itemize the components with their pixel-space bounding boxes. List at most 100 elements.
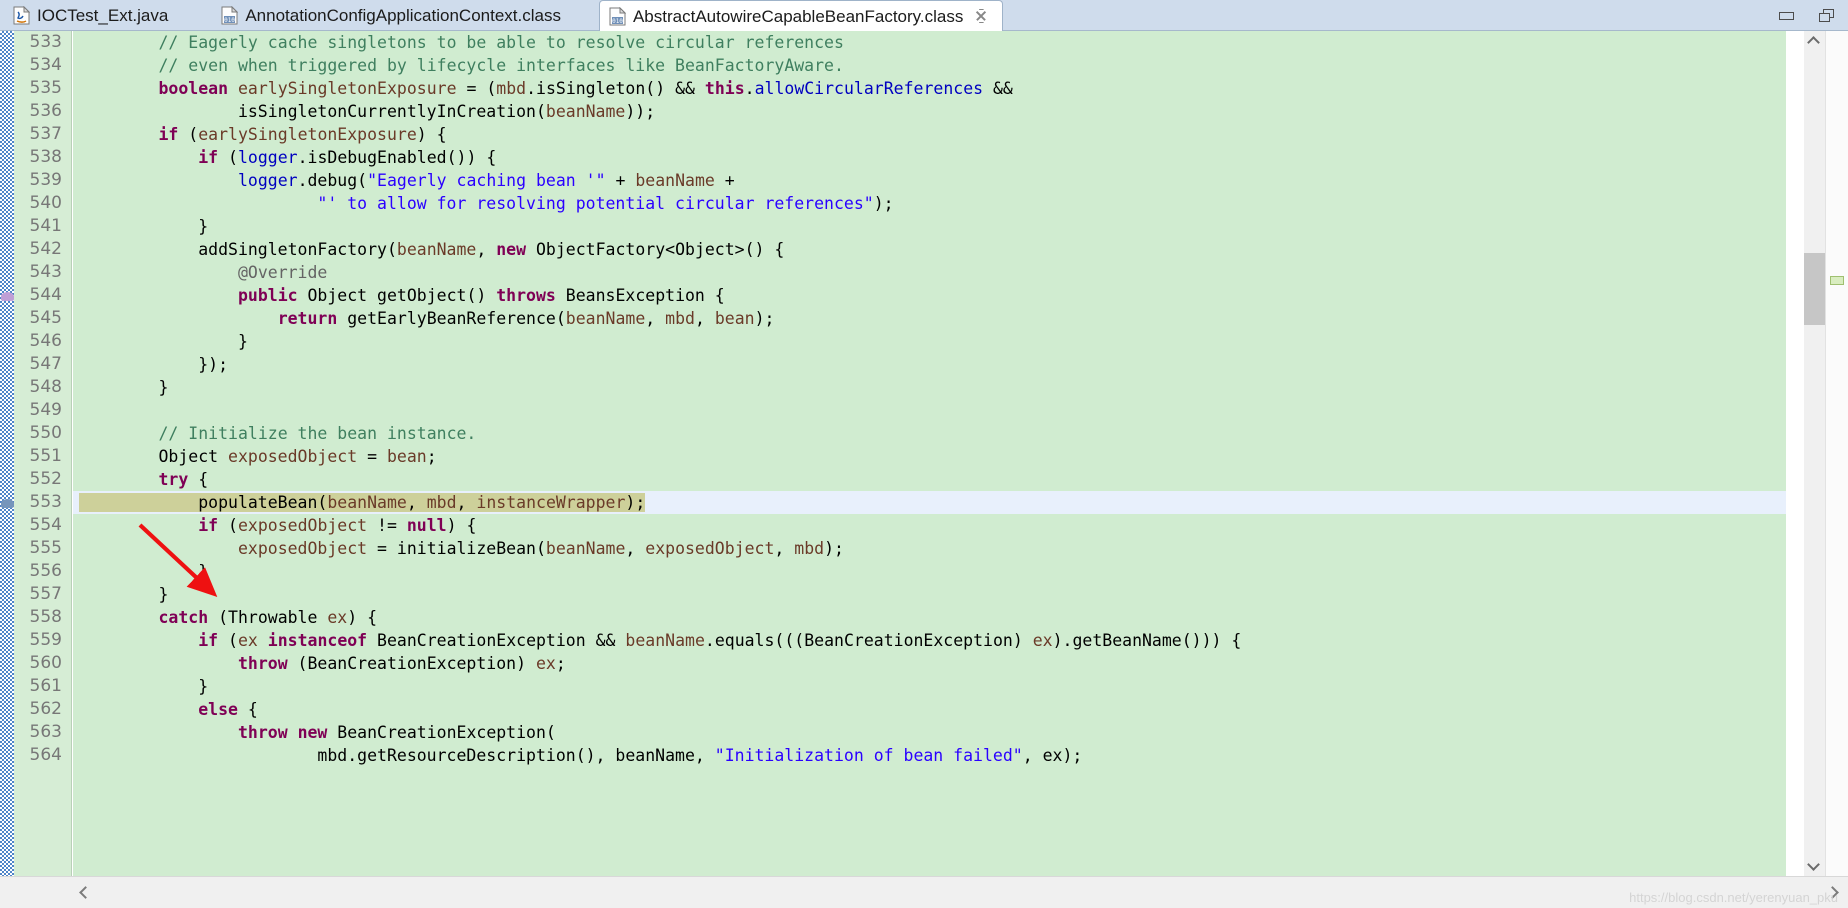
code-line[interactable]: } [73, 560, 1786, 583]
code-token-var: mbd [794, 539, 825, 558]
code-token-keyword: new [297, 723, 328, 742]
line-number: 540 [29, 193, 62, 213]
code-line-selected[interactable]: populateBean(beanName, mbd, instanceWrap… [73, 491, 1786, 514]
code-line[interactable]: catch (Throwable ex) { [73, 606, 1786, 629]
tab-close-icon[interactable] [974, 9, 989, 23]
vertical-scrollbar-thumb[interactable] [1804, 253, 1825, 325]
code-token-keyword: if [198, 148, 219, 167]
code-line[interactable]: } [73, 583, 1786, 606]
code-token-plain: } [79, 562, 209, 581]
code-token-plain: , [645, 309, 666, 328]
line-number: 535 [29, 78, 62, 98]
code-token-plain: , [406, 493, 427, 512]
code-line-content: try { [79, 470, 208, 489]
line-number: 552 [29, 469, 62, 489]
code-line[interactable] [73, 399, 1786, 422]
code-line[interactable]: } [73, 330, 1786, 353]
line-number: 557 [29, 584, 62, 604]
overview-ruler-mark[interactable] [1830, 276, 1844, 285]
code-line-content: // even when triggered by lifecycle inte… [79, 56, 843, 75]
minimize-icon[interactable] [1778, 8, 1796, 24]
editor-tab-2[interactable]: 010 AbstractAutowireCapableBeanFactory.cl… [598, 0, 1004, 31]
code-line[interactable]: addSingletonFactory(beanName, new Object… [73, 238, 1786, 261]
code-line[interactable]: "' to allow for resolving potential circ… [73, 192, 1786, 215]
code-line[interactable]: throw (BeanCreationException) ex; [73, 652, 1786, 675]
code-token-plain: ( [178, 125, 199, 144]
code-line[interactable]: if (logger.isDebugEnabled()) { [73, 146, 1786, 169]
code-token-plain: ) { [347, 608, 378, 627]
annotation-ruler-column[interactable] [0, 31, 14, 876]
code-line[interactable]: exposedObject = initializeBean(beanName,… [73, 537, 1786, 560]
editor-tab-label: AbstractAutowireCapableBeanFactory.class [632, 6, 964, 26]
line-number: 563 [29, 722, 62, 742]
code-token-plain: ); [754, 309, 775, 328]
code-line[interactable]: } [73, 675, 1786, 698]
code-token-plain: } [79, 332, 248, 351]
code-line[interactable]: @Override [73, 261, 1786, 284]
annotation-marker-breakpoint[interactable] [1, 290, 14, 303]
line-number: 533 [29, 32, 62, 52]
code-line[interactable]: // Initialize the bean instance. [73, 422, 1786, 445]
code-line[interactable]: if (exposedObject != null) { [73, 514, 1786, 537]
editor-tab-bar: IOCTest_Ext.java 010 AnnotationConfigAppli… [0, 0, 1848, 31]
code-line[interactable]: if (earlySingletonExposure) { [73, 123, 1786, 146]
code-token-string: "Eagerly caching bean '" [367, 171, 606, 190]
line-number: 543 [29, 262, 62, 282]
editor-tab-1[interactable]: 010 AnnotationConfigApplicationContext.cl… [212, 0, 575, 31]
code-token-keyword: if [198, 631, 219, 650]
code-line-content: // Eagerly cache singletons to be able t… [79, 33, 843, 52]
code-token-plain: , ex); [1022, 746, 1083, 765]
code-line[interactable]: // Eagerly cache singletons to be able t… [73, 31, 1786, 54]
code-line[interactable]: } [73, 376, 1786, 399]
chevron-down-icon[interactable] [1804, 855, 1825, 876]
code-line[interactable]: mbd.getResourceDescription(), beanName, … [73, 744, 1786, 767]
chevron-up-icon[interactable] [1804, 31, 1825, 52]
horizontal-scrollbar[interactable]: https://blog.csdn.net/yerenyuan_pku [0, 876, 1848, 908]
code-token-var: beanName [545, 102, 626, 121]
line-number: 542 [29, 239, 62, 259]
code-line[interactable]: throw new BeanCreationException( [73, 721, 1786, 744]
code-line[interactable]: // even when triggered by lifecycle inte… [73, 54, 1786, 77]
code-token-plain: ); [625, 493, 646, 512]
code-token-var: exposedObject [645, 539, 775, 558]
code-line[interactable]: try { [73, 468, 1786, 491]
overview-ruler[interactable] [1825, 31, 1848, 876]
code-line[interactable]: boolean earlySingletonExposure = (mbd.is… [73, 77, 1786, 100]
code-line-content: exposedObject = initializeBean(beanName,… [79, 539, 844, 558]
maximize-restore-icon[interactable] [1818, 8, 1836, 24]
chevron-left-icon[interactable] [72, 877, 99, 908]
editor-tab-0[interactable]: IOCTest_Ext.java [4, 0, 182, 31]
code-line[interactable]: Object exposedObject = bean; [73, 445, 1786, 468]
annotation-marker-folding[interactable] [1, 497, 14, 510]
code-line[interactable]: return getEarlyBeanReference(beanName, m… [73, 307, 1786, 330]
source-code: // Eagerly cache singletons to be able t… [73, 31, 1786, 767]
code-token-plain: } [79, 378, 169, 397]
code-line[interactable]: isSingletonCurrentlyInCreation(beanName)… [73, 100, 1786, 123]
code-token-plain: { [188, 470, 209, 489]
line-number: 544 [29, 285, 62, 305]
code-token-plain: , [625, 539, 646, 558]
code-line[interactable]: public Object getObject() throws BeansEx… [73, 284, 1786, 307]
code-token-plain: ( [218, 148, 238, 167]
code-line[interactable]: if (ex instanceof BeanCreationException … [73, 629, 1786, 652]
code-line[interactable]: else { [73, 698, 1786, 721]
code-line[interactable]: }); [73, 353, 1786, 376]
code-line[interactable]: } [73, 215, 1786, 238]
class-file-icon: 010 [609, 6, 627, 26]
svg-text:010: 010 [224, 17, 235, 24]
vertical-scrollbar[interactable] [1804, 31, 1825, 876]
code-line-content: throw (BeanCreationException) ex; [79, 654, 566, 673]
code-token-var: beanName [327, 493, 407, 512]
code-line-content: } [79, 585, 168, 604]
code-token-field: logger [237, 171, 298, 190]
code-viewport[interactable]: // Eagerly cache singletons to be able t… [73, 31, 1786, 876]
code-line[interactable]: logger.debug("Eagerly caching bean '" + … [73, 169, 1786, 192]
code-token-keyword: catch [158, 608, 209, 627]
code-token-plain: BeanCreationException( [327, 723, 556, 742]
